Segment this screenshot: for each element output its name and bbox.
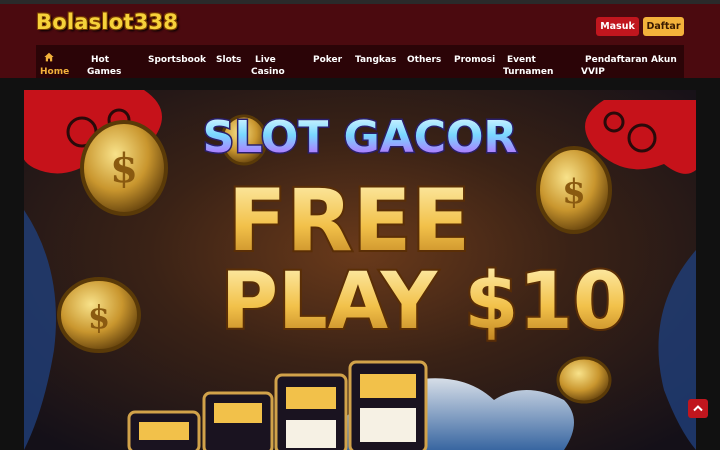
slot-machine-icon <box>274 373 348 450</box>
nav-label: Live <box>255 55 276 65</box>
svg-text:$: $ <box>562 172 586 212</box>
chevron-up-icon <box>693 405 703 412</box>
slot-machine-icon <box>127 410 201 450</box>
banner-line-play: PLAY $10 <box>221 257 627 347</box>
nav-label-line2: Games <box>87 67 122 77</box>
register-button[interactable]: Daftar <box>643 17 684 36</box>
svg-text:$: $ <box>88 298 110 336</box>
nav-item-hot-games[interactable]: Hot Games <box>87 54 121 78</box>
nav-label-line2: Casino <box>251 67 285 77</box>
nav-label-line2: VVIP <box>581 67 605 77</box>
nav-label: Event <box>507 55 536 65</box>
nav-label-line2: Turnamen <box>503 67 554 77</box>
login-button[interactable]: Masuk <box>596 17 639 36</box>
nav-item-pendaftaran-vvip[interactable]: Pendaftaran Akun VVIP <box>581 54 677 78</box>
slot-machine-icon <box>348 360 428 450</box>
main-nav: Home Hot Games Sportsbook Slots Live Cas… <box>36 45 684 78</box>
site-logo[interactable]: Bolaslot338 <box>36 10 178 34</box>
nav-item-event-turnamen[interactable]: Event Turnamen <box>503 54 553 78</box>
promo-banner-art: $ $ $ SLOT GACOR FREE PLAY $10 <box>24 90 696 450</box>
banner-headline: SLOT GACOR <box>203 112 518 163</box>
nav-item-sportsbook[interactable]: Sportsbook <box>148 54 206 66</box>
nav-item-others[interactable]: Others <box>407 54 441 66</box>
slot-machine-icon <box>202 391 274 450</box>
nav-label: Home <box>40 67 70 77</box>
gold-coin-icon: $ <box>536 146 612 234</box>
banner-line-free: FREE <box>228 171 470 271</box>
nav-item-slots[interactable]: Slots <box>216 54 241 66</box>
nav-item-promosi[interactable]: Promosi <box>454 54 495 66</box>
nav-item-live-casino[interactable]: Live Casino <box>251 54 285 78</box>
promo-banner[interactable]: $ $ $ SLOT GACOR FREE PLAY $10 <box>24 90 696 450</box>
nav-item-tangkas[interactable]: Tangkas <box>355 54 396 66</box>
gold-coin-icon <box>556 356 612 404</box>
site-header: Bolaslot338 Masuk Daftar Home Hot Games … <box>0 4 720 78</box>
gold-coin-icon: $ <box>57 277 141 353</box>
gold-coin-icon: $ <box>80 120 168 216</box>
svg-text:$: $ <box>110 145 138 192</box>
nav-label: Hot <box>91 55 110 65</box>
nav-label: Pendaftaran Akun <box>585 55 677 65</box>
nav-item-poker[interactable]: Poker <box>313 54 342 66</box>
home-icon <box>44 52 54 62</box>
scroll-to-top-button[interactable] <box>688 399 708 418</box>
